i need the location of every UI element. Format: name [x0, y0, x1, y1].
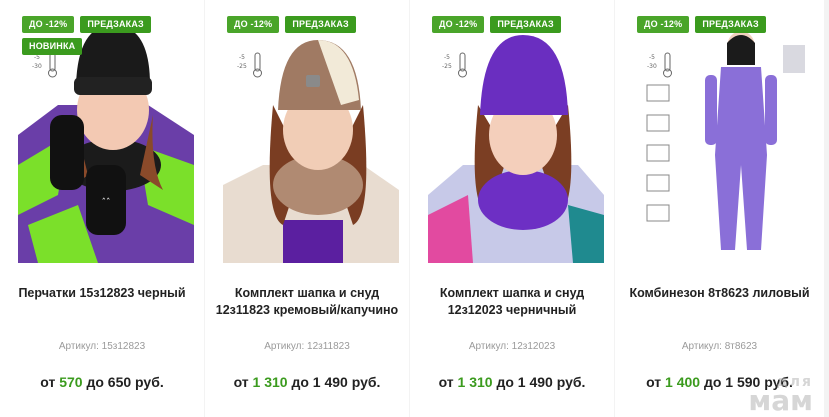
preorder-badge: ПРЕДЗАКАЗ	[80, 16, 151, 33]
preorder-badge: ПРЕДЗАКАЗ	[490, 16, 561, 33]
product-card[interactable]: ˆˆ ДО -12% ПРЕДЗАКАЗ НОВИНКА -5 -30 Перч…	[0, 0, 204, 417]
product-price: от 1 310 до 1 490 руб.	[233, 374, 381, 390]
product-price: от 570 до 650 руб.	[40, 374, 164, 390]
product-name[interactable]: Перчатки 15з12823 черный	[10, 285, 194, 302]
svg-text:-25: -25	[237, 63, 247, 70]
svg-text:-5: -5	[239, 54, 245, 61]
preorder-badge: ПРЕДЗАКАЗ	[285, 16, 356, 33]
product-card[interactable]: ДО -12% ПРЕДЗАКАЗ -5 -25 Комплект шапка …	[410, 0, 614, 417]
badges: ДО -12% ПРЕДЗАКАЗ	[227, 16, 397, 33]
badges: ДО -12% ПРЕДЗАКАЗ НОВИНКА	[22, 16, 192, 55]
product-name[interactable]: Комплект шапка и снуд 12з12023 черничный	[420, 285, 604, 319]
product-sku: Артикул: 8т8623	[681, 341, 758, 352]
watermark-logo: для мам	[748, 374, 813, 417]
product-price: от 1 310 до 1 490 руб.	[438, 374, 586, 390]
svg-text:ˆˆ: ˆˆ	[102, 197, 111, 208]
product-sku: Артикул: 12з12023	[468, 341, 556, 352]
discount-badge: ДО -12%	[227, 16, 280, 33]
product-grid: ˆˆ ДО -12% ПРЕДЗАКАЗ НОВИНКА -5 -30 Перч…	[0, 0, 829, 417]
svg-text:-5: -5	[649, 54, 655, 61]
product-name[interactable]: Комплект шапка и снуд 12з11823 кремовый/…	[215, 285, 399, 319]
discount-badge: ДО -12%	[637, 16, 690, 33]
discount-badge: ДО -12%	[432, 16, 485, 33]
product-sku: Артикул: 15з12823	[58, 341, 146, 352]
product-sku: Артикул: 12з11823	[264, 341, 350, 352]
thermometer-icon: -5 -30	[647, 50, 677, 80]
badges: ДО -12% ПРЕДЗАКАЗ	[637, 16, 807, 33]
thermometer-icon: -5 -25	[237, 50, 267, 80]
new-badge: НОВИНКА	[22, 38, 83, 55]
svg-text:-25: -25	[442, 63, 452, 70]
badges: ДО -12% ПРЕДЗАКАЗ	[432, 16, 602, 33]
product-name[interactable]: Комбинезон 8т8623 лиловый	[625, 285, 814, 302]
product-card[interactable]: ДО -12% ПРЕДЗАКАЗ -5 -30 Комбинезон 8т86…	[615, 0, 824, 417]
svg-text:-30: -30	[32, 63, 42, 70]
svg-text:-5: -5	[444, 54, 450, 61]
svg-text:-30: -30	[647, 63, 657, 70]
svg-text:-5: -5	[34, 54, 40, 61]
thermometer-icon: -5 -25	[442, 50, 472, 80]
preorder-badge: ПРЕДЗАКАЗ	[695, 16, 766, 33]
product-card[interactable]: ДО -12% ПРЕДЗАКАЗ -5 -25 Комплект шапка …	[205, 0, 409, 417]
discount-badge: ДО -12%	[22, 16, 75, 33]
